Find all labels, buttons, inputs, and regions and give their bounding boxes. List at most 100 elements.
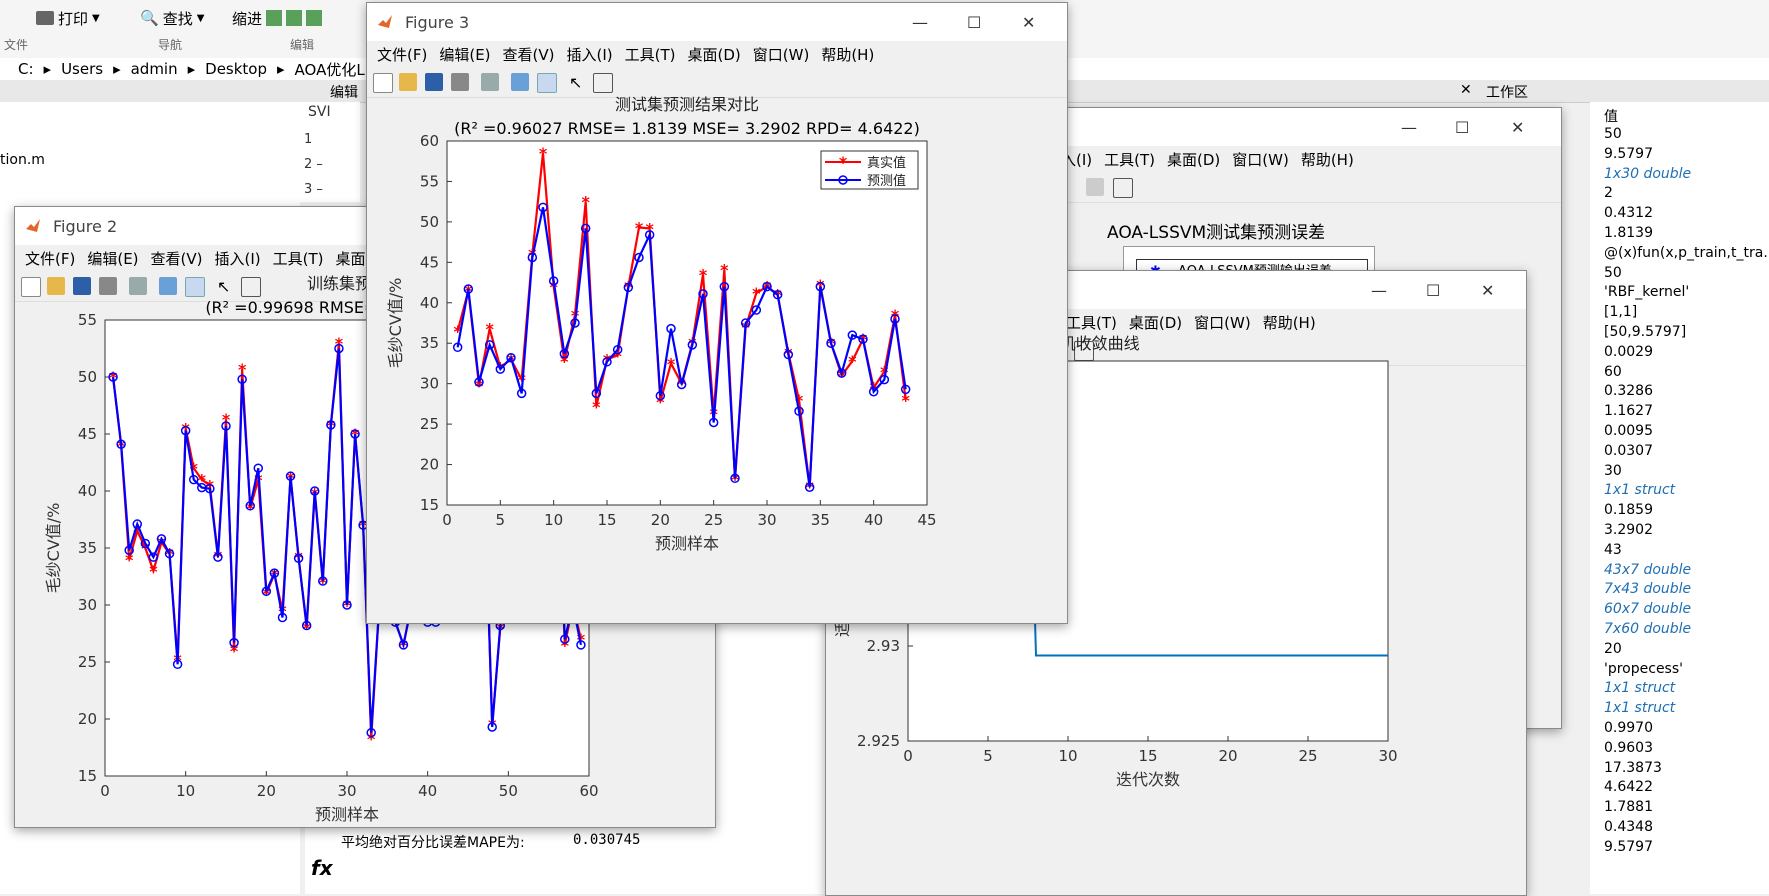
workspace-value: 7x60 double — [1604, 621, 1692, 637]
legend-marker-true: * — [839, 153, 848, 172]
x-tick-label: 30 — [757, 511, 776, 529]
workspace-col-value: 值 — [1604, 109, 1618, 125]
y-tick-label: 40 — [420, 294, 439, 312]
print-button[interactable]: 打印 ▼ — [36, 6, 100, 30]
x-tick-label: 30 — [337, 782, 356, 800]
address-seg-2[interactable]: admin — [131, 60, 178, 78]
search-icon: 🔍 — [140, 9, 159, 27]
menu-window[interactable]: 窗口(W) — [1232, 149, 1289, 170]
workspace-value: 1x1 struct — [1604, 700, 1676, 717]
workspace-value: 1x1 struct — [1604, 680, 1676, 697]
menu-desktop[interactable]: 桌面(D) — [1167, 149, 1220, 170]
workspace-value: @(x)fun(x,p_train,t_tra... — [1604, 244, 1769, 261]
test-chart: 0 5 10 15 20 25 30 35 40 45 15 20 25 30 35 40 45 50 55 60 测试… — [386, 95, 937, 553]
address-seg-1[interactable]: Users — [61, 60, 103, 78]
point-true: * — [667, 354, 676, 373]
y-tick-label: 55 — [420, 172, 439, 190]
property-editor-icon[interactable] — [1113, 178, 1133, 198]
workspace-title: 工作区 — [1486, 85, 1528, 101]
menu-help[interactable]: 帮助(H) — [1301, 149, 1354, 170]
x-tick-label: 30 — [1378, 747, 1397, 765]
editor-gutter: SVI 1 2 – 3 – — [300, 102, 360, 202]
y-tick-label: 50 — [420, 213, 439, 231]
workspace-value: 9.5797 — [1604, 145, 1653, 162]
line-number: 3 – — [304, 182, 323, 197]
workspace-value: 'RBF_kernel' — [1604, 284, 1690, 301]
y-tick-label: 20 — [78, 710, 97, 728]
x-tick-label: 45 — [917, 511, 936, 529]
legend-label-true: 真实值 — [867, 155, 906, 171]
printer-icon — [36, 11, 54, 25]
x-tick-label: 60 — [579, 782, 598, 800]
minimize-icon[interactable]: — — [1401, 118, 1417, 137]
workspace-header: 工作区 ✕ — [1370, 80, 1769, 103]
workspace-value: 60 — [1604, 363, 1622, 380]
workspace-panel: 值 50 9.5797 1x30 double 2 0.4312 1.8139 @(x)fu… — [1590, 102, 1769, 894]
x-tick-label: 10 — [1058, 747, 1077, 765]
workspace-value: 0.9603 — [1604, 739, 1653, 756]
menu-tools[interactable]: 工具(T) — [1104, 149, 1155, 170]
legend-label-pred: 预测值 — [867, 173, 906, 189]
point-true: * — [149, 562, 158, 581]
x-tick-label: 15 — [597, 511, 616, 529]
workspace-value: 43x7 double — [1604, 561, 1692, 578]
chart-legend: * 真实值预测值 — [820, 150, 919, 190]
file-item[interactable]: tion.m — [0, 152, 45, 168]
point-true: * — [539, 144, 548, 163]
workspace-value: 0.0095 — [1604, 423, 1653, 439]
editor-file-tab[interactable]: SVI — [308, 104, 331, 120]
y-tick-label: 15 — [420, 496, 439, 514]
x-tick-label: 20 — [1218, 747, 1237, 765]
mape-label: 平均绝对百分比误差MAPE为: — [341, 835, 525, 851]
x-tick-label: 0 — [442, 511, 452, 529]
y-tick-label: 60 — [420, 132, 439, 150]
workspace-value: 17.3873 — [1604, 759, 1662, 776]
workspace-value: 1x1 struct — [1604, 482, 1676, 499]
address-seg-0[interactable]: C: — [18, 60, 34, 78]
mape-value: 0.030745 — [573, 832, 641, 848]
fx-prompt-icon[interactable]: fx — [311, 856, 333, 880]
y-tick-label: 2.93 — [867, 637, 900, 655]
x-tick-label: 5 — [983, 747, 993, 765]
point-true: * — [848, 352, 857, 371]
x-tick-label: 10 — [544, 511, 563, 529]
close-icon[interactable]: ✕ — [1460, 82, 1472, 98]
editor-tab-label[interactable]: 编辑 — [330, 82, 358, 102]
y-tick-label: 30 — [78, 596, 97, 614]
x-tick-label: 15 — [1138, 747, 1157, 765]
y-tick-label: 40 — [78, 482, 97, 500]
find-button[interactable]: 🔍 查找 ▼ — [140, 6, 204, 30]
figure-3-window[interactable]: Figure 3 — ☐ ✕ 文件(F) 编辑(E) 查看(V) 插入(I) 工… — [366, 2, 1068, 624]
section-file: 文件 — [4, 38, 29, 52]
cursor-icon[interactable] — [1086, 178, 1104, 196]
x-tick-label: 5 — [496, 511, 506, 529]
point-true: * — [699, 265, 708, 284]
workspace-value: 0.0029 — [1604, 343, 1653, 360]
x-axis-label: 迭代次数 — [1116, 770, 1180, 789]
workspace-value: 50 — [1604, 264, 1622, 281]
workspace-value: 1.1627 — [1604, 403, 1653, 420]
workspace-value: 0.9970 — [1604, 720, 1653, 736]
indent-icon — [286, 10, 303, 26]
chart-subtitle: (R² =0.96027 RMSE= 1.8139 MSE= 3.2902 RP… — [454, 119, 920, 138]
x-tick-label: 0 — [903, 747, 913, 765]
workspace-value: 0.4348 — [1604, 819, 1653, 835]
x-tick-label: 25 — [704, 511, 723, 529]
y-tick-label: 55 — [78, 311, 97, 329]
figure-4-titlebar[interactable]: — ☐ ✕ — [1031, 108, 1561, 146]
indent-button[interactable]: 缩进 — [232, 6, 323, 30]
current-folder-header — [0, 80, 300, 102]
y-tick-label: 2.925 — [857, 732, 900, 750]
figure-4-toolbar — [1031, 172, 1561, 203]
x-tick-label: 25 — [1298, 747, 1317, 765]
line-number: 2 – — [304, 157, 323, 172]
section-nav: 导航 — [158, 38, 183, 52]
y-tick-label: 30 — [420, 375, 439, 393]
x-tick-label: 40 — [864, 511, 883, 529]
maximize-icon[interactable]: ☐ — [1455, 118, 1469, 137]
close-icon[interactable]: ✕ — [1511, 118, 1524, 137]
workspace-value: 20 — [1604, 640, 1622, 657]
address-seg-4[interactable]: AOA优化L — [295, 59, 365, 80]
address-seg-3[interactable]: Desktop — [205, 60, 267, 78]
indent-icon — [306, 10, 323, 26]
